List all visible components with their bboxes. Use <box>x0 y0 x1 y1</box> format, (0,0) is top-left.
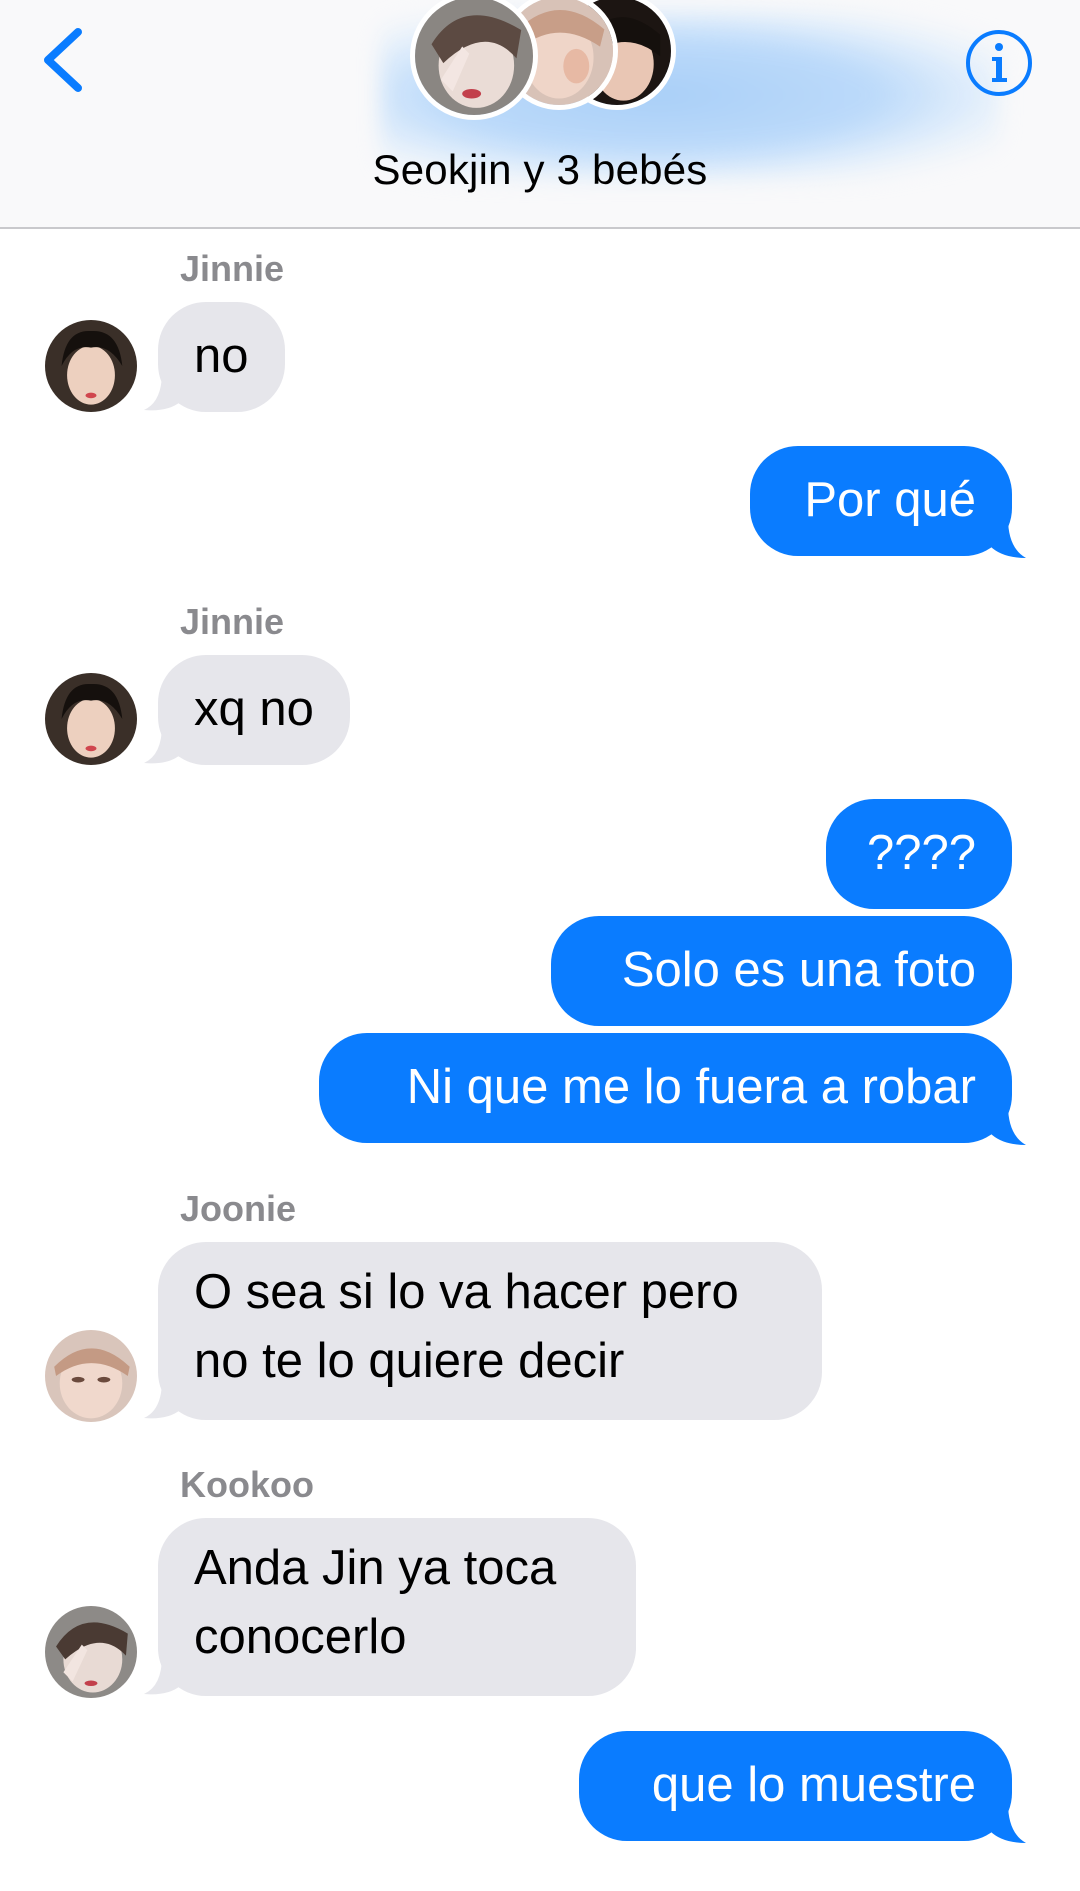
message-text: Por qué <box>804 473 976 527</box>
message-bubble-incoming[interactable]: O sea si lo va hacer pero no te lo quier… <box>158 1242 822 1420</box>
message-text-line: conocerlo <box>194 1610 407 1664</box>
info-button[interactable] <box>964 28 1034 98</box>
message-text: no <box>194 329 249 383</box>
message-text-line: no te lo quiere decir <box>194 1334 625 1388</box>
message-text: xq no <box>194 682 314 736</box>
message-text: Solo es una foto <box>621 943 976 997</box>
bubble-tail <box>990 518 1026 558</box>
conversation-title[interactable]: Seokjin y 3 bebés <box>0 146 1080 194</box>
bubble-tail <box>144 725 180 764</box>
back-button[interactable] <box>36 20 96 100</box>
info-circle-icon <box>966 30 1032 96</box>
message-text-line: Anda Jin ya toca <box>194 1541 557 1595</box>
message-bubble-outgoing[interactable]: Ni que me lo fuera a robar <box>319 1033 1012 1143</box>
avatar-joonie[interactable] <box>45 1330 137 1422</box>
bubble-tail <box>990 1803 1026 1843</box>
chevron-left-icon <box>44 28 82 92</box>
bubble-tail <box>144 1380 180 1419</box>
message-bubble-outgoing[interactable]: que lo muestre <box>579 1731 1012 1841</box>
message-text: que lo muestre <box>651 1758 976 1812</box>
sender-name: Jinnie <box>180 248 285 289</box>
message-text: ???? <box>866 826 976 880</box>
message-bubble-outgoing[interactable]: ???? <box>826 799 1012 909</box>
message-bubble-outgoing[interactable]: Por qué <box>750 446 1012 556</box>
avatar-jinnie[interactable] <box>45 673 137 765</box>
bubble-tail <box>144 1656 180 1695</box>
bubble-tail <box>144 372 180 411</box>
message-text: Ni que me lo fuera a robar <box>406 1060 976 1114</box>
bubble-tail <box>990 1105 1026 1145</box>
group-avatar-stack[interactable] <box>410 0 680 122</box>
message-text-line: O sea si lo va hacer pero <box>194 1265 739 1319</box>
conversation-header: Seokjin y 3 bebés <box>0 0 1080 229</box>
message-bubble-outgoing[interactable]: Solo es una foto <box>551 916 1012 1026</box>
message-bubble-incoming[interactable]: xq no <box>158 655 350 765</box>
sender-name: Kookoo <box>180 1464 314 1505</box>
sender-name: Jinnie <box>180 601 285 642</box>
avatar-kookoo[interactable] <box>45 1606 137 1698</box>
message-bubble-incoming[interactable]: Anda Jin ya toca conocerlo <box>158 1518 636 1696</box>
sender-name: Joonie <box>180 1188 297 1229</box>
group-avatar-1 <box>410 0 538 120</box>
avatar-jinnie[interactable] <box>45 320 137 412</box>
